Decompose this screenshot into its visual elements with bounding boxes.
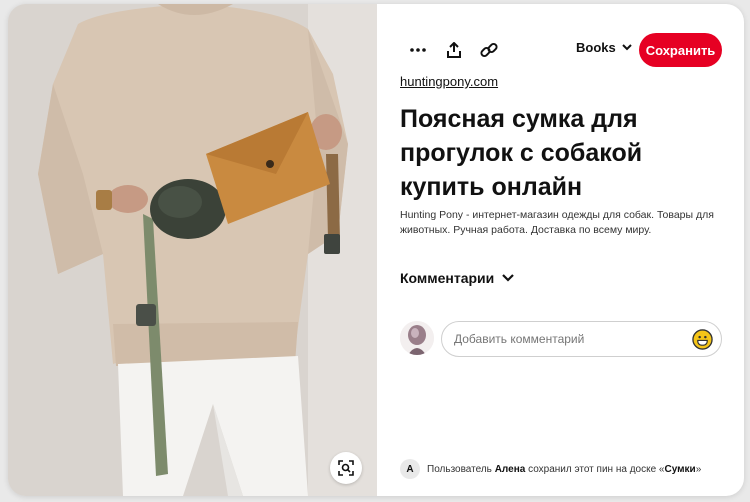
share-upload-icon — [447, 42, 461, 58]
saved-by-row: А Пользователь Алена сохранил этот пин н… — [400, 459, 701, 479]
link-icon — [480, 42, 498, 58]
comment-input[interactable] — [454, 322, 684, 356]
more-options-button[interactable] — [404, 36, 432, 64]
saved-by-user[interactable]: Алена — [495, 464, 526, 475]
saved-by-middle: сохранил этот пин на доске « — [528, 463, 665, 475]
share-button[interactable] — [440, 36, 468, 64]
more-dots-icon — [410, 48, 426, 52]
pin-image[interactable] — [8, 4, 377, 496]
comment-field[interactable] — [441, 321, 722, 357]
pin-title: Поясная сумка для прогулок с собакой куп… — [400, 105, 643, 201]
saved-board-link[interactable]: Сумки — [664, 464, 695, 475]
comments-toggle[interactable]: Комментарии — [400, 270, 515, 286]
avatar-image — [400, 321, 434, 355]
pin-card: Books Сохранить huntingpony.com Поясная … — [8, 4, 744, 496]
visual-search-button[interactable] — [330, 452, 362, 484]
board-selector[interactable]: Books — [576, 40, 632, 55]
chevron-down-icon — [502, 274, 515, 282]
chevron-down-icon — [622, 44, 632, 51]
saved-user-avatar[interactable]: А — [400, 459, 420, 479]
board-name: Books — [576, 40, 616, 55]
pin-toolbar: Books Сохранить — [377, 30, 744, 70]
source-link[interactable]: huntingpony.com — [400, 74, 498, 89]
copy-link-button[interactable] — [475, 36, 503, 64]
visual-search-icon — [338, 460, 354, 476]
pin-details-panel: Books Сохранить huntingpony.com Поясная … — [377, 4, 744, 496]
save-button[interactable]: Сохранить — [639, 33, 722, 67]
saved-by-prefix: Пользователь — [427, 463, 492, 475]
product-photo — [8, 4, 377, 496]
saved-by-suffix: » — [695, 463, 702, 475]
user-avatar[interactable] — [400, 321, 434, 355]
saved-by-text: Пользователь Алена сохранил этот пин на … — [427, 464, 701, 475]
emoji-icon[interactable] — [692, 329, 713, 350]
comments-heading: Комментарии — [400, 270, 495, 286]
pin-description: Hunting Pony - интернет-магазин одежды д… — [400, 209, 714, 236]
